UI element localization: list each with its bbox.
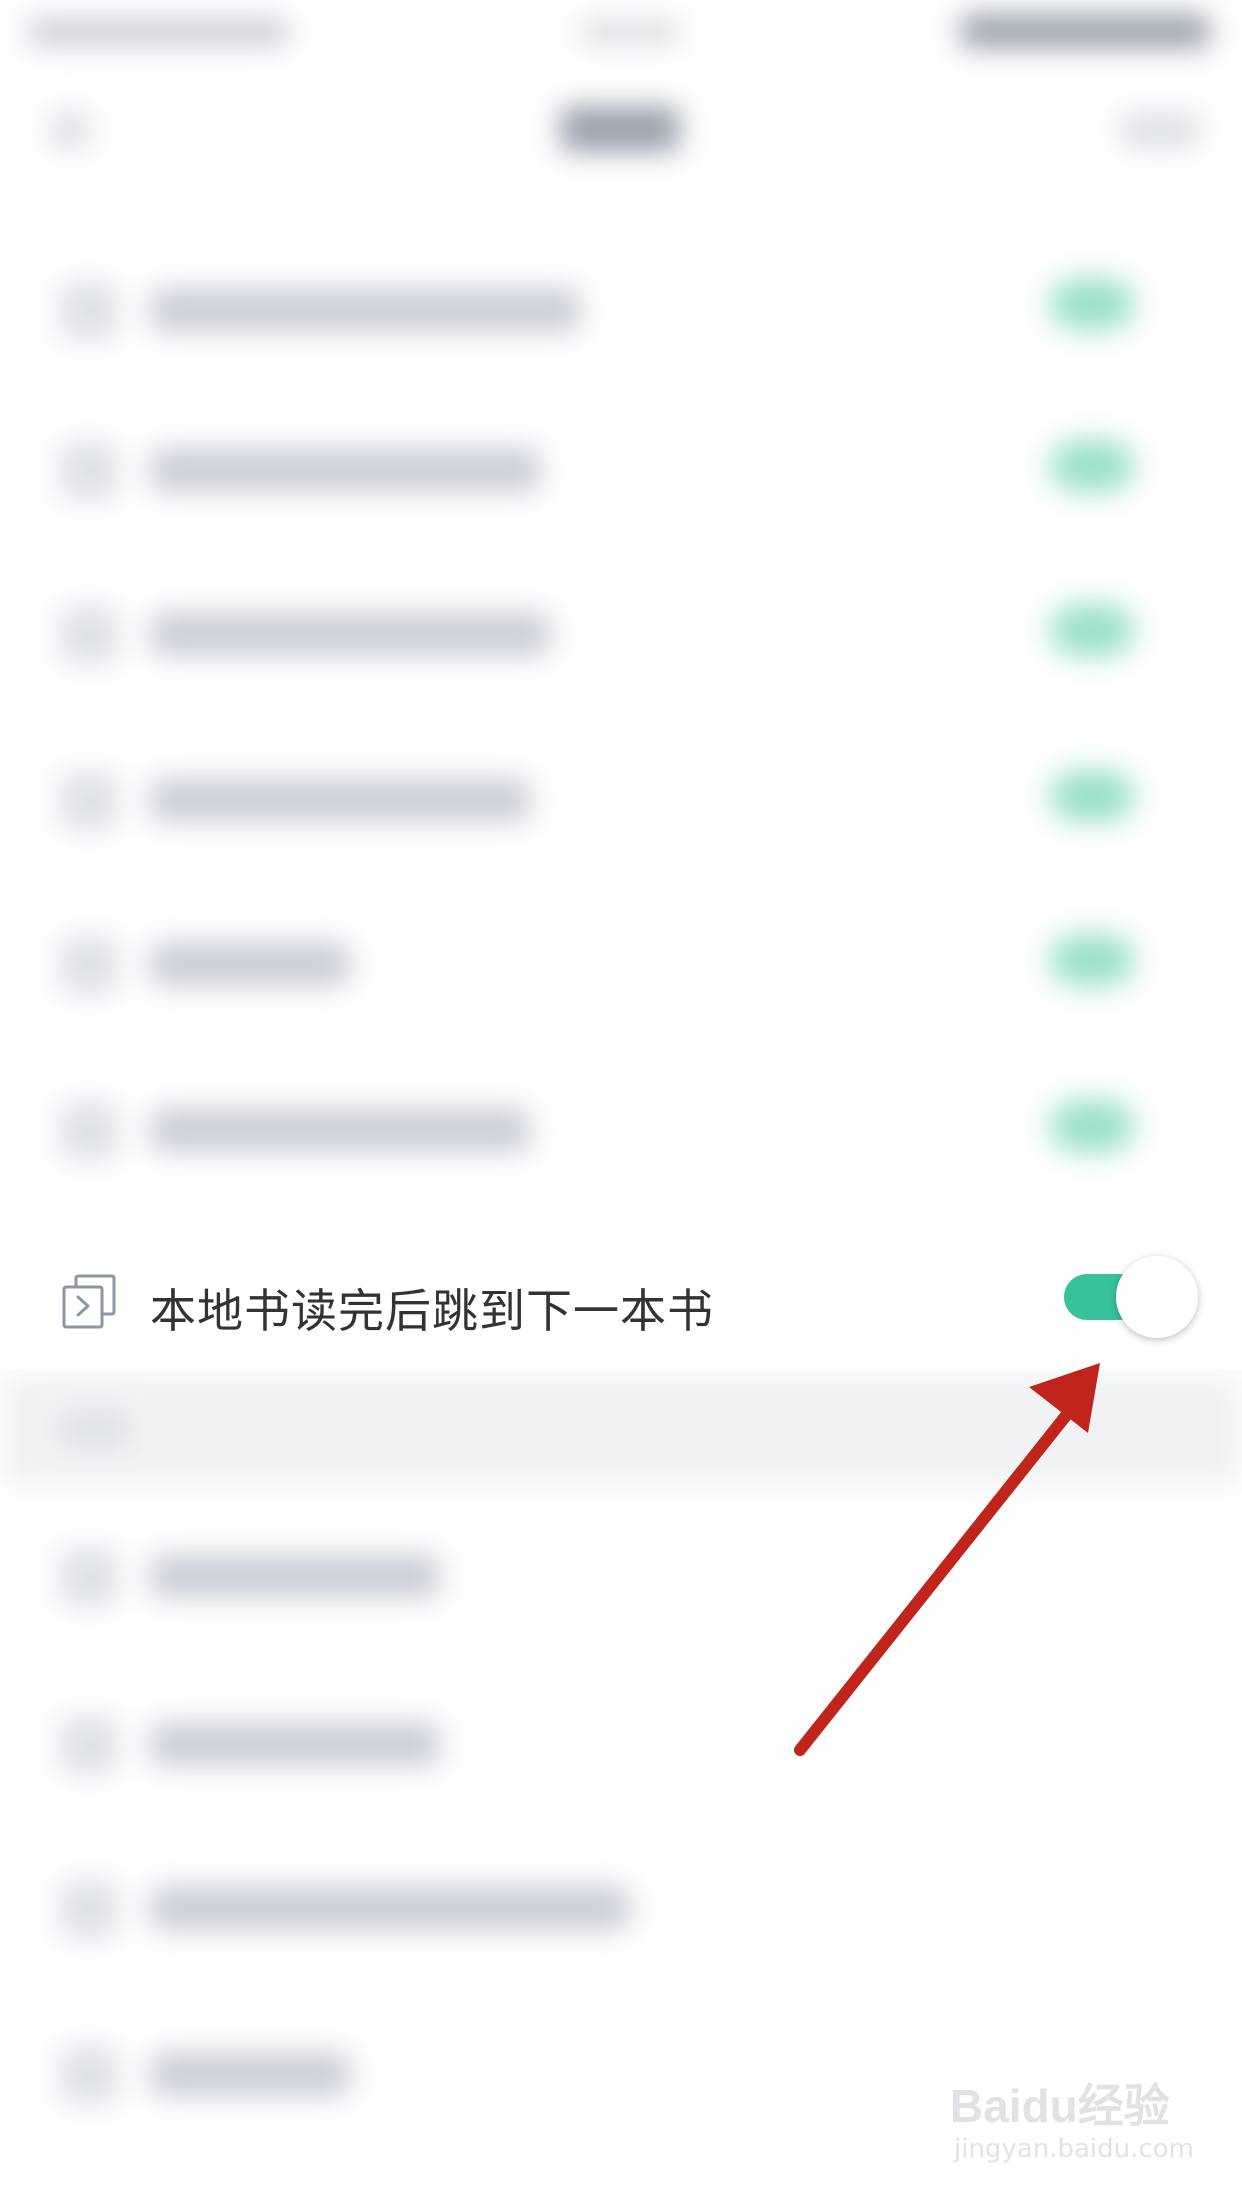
toggle-knob [1116,1256,1198,1338]
row-toggle[interactable] [1050,604,1134,656]
status-bar-time [580,18,680,46]
row-toggle[interactable] [1050,1100,1134,1152]
status-bar-carrier [28,18,288,46]
status-bar-battery [960,14,1210,48]
row-icon [60,1880,118,1938]
row-label [150,448,540,492]
row-icon [60,1716,118,1774]
blurred-background [0,0,1242,2208]
section-divider [0,1375,1242,1485]
row-toggle[interactable] [1050,770,1134,822]
row-icon [60,1548,118,1606]
watermark-url: jingyan.baidu.com [954,2134,1194,2164]
row-label [150,1554,440,1598]
next-book-icon [60,1273,118,1331]
row-icon [60,606,118,664]
row-icon [60,772,118,830]
row-label [150,1108,530,1152]
row-label [150,288,580,332]
watermark-brand: Baidu经验 [950,2080,1170,2132]
row-label [150,1886,630,1930]
back-icon[interactable] [50,110,90,150]
row-label [150,1722,440,1766]
setting-row-next-book[interactable]: 本地书读完后跳到下一本书 [0,1225,1242,1370]
next-book-toggle[interactable] [1064,1256,1198,1338]
row-icon [60,2046,118,2104]
row-label [150,612,550,656]
nav-title [560,106,680,152]
row-label [150,942,350,986]
row-label [150,778,530,822]
row-icon [60,1102,118,1160]
row-icon [60,282,118,340]
row-label [150,2052,350,2096]
row-icon [60,442,118,500]
row-toggle[interactable] [1050,934,1134,986]
baidu-watermark: Baidu经验 jingyan.baidu.com [950,2070,1194,2180]
setting-row-label: 本地书读完后跳到下一本书 [150,1284,714,1338]
nav-action[interactable] [1120,112,1200,148]
row-toggle[interactable] [1050,440,1134,492]
section-header [60,1412,130,1446]
row-toggle[interactable] [1050,278,1134,330]
row-icon [60,936,118,994]
